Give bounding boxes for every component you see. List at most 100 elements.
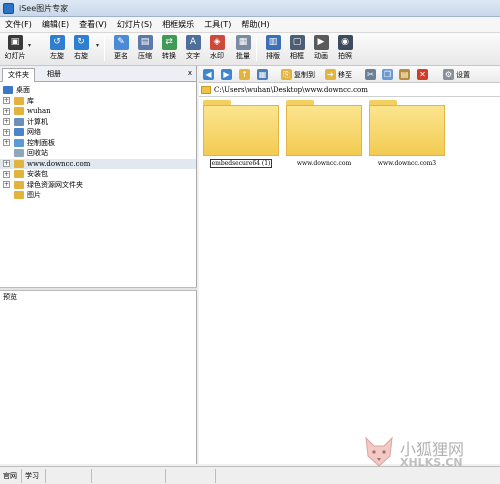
status-learn[interactable]: 学习	[22, 468, 46, 483]
thumbnail-name: www.downcc.com	[296, 160, 352, 167]
folder-icon	[14, 170, 24, 178]
pane-splitter[interactable]	[0, 287, 197, 291]
rotate-left-button[interactable]: ↺ 左旋	[46, 35, 68, 64]
back-arrow-icon: ◀	[203, 69, 214, 80]
menu-item[interactable]: 工具(T)	[199, 18, 236, 32]
rotate-right-button[interactable]: ↻ 右旋	[70, 35, 92, 64]
thumbnail-caption: www.downcc.com	[284, 160, 364, 167]
expand-icon[interactable]: +	[3, 118, 10, 125]
tree-item-label: 桌面	[16, 86, 30, 94]
toolbar-button-label: 排版	[266, 52, 280, 60]
expand-icon[interactable]: +	[3, 107, 10, 115]
menu-item[interactable]: 相框娱乐	[157, 18, 199, 32]
tree-item[interactable]: 回收站	[0, 148, 196, 158]
settings-label: 设置	[456, 70, 470, 79]
folder-thumbnail[interactable]: www.downcc.com	[284, 100, 364, 170]
tree-item[interactable]: + 网络	[0, 127, 196, 137]
tree-item[interactable]: + 绿色资源网文件夹	[0, 180, 196, 190]
status-cell	[92, 468, 166, 483]
rotate-left-icon: ↺	[49, 35, 65, 50]
path-text: C:\Users\wuhan\Desktop\www.downcc.com	[214, 85, 368, 94]
compress-button[interactable]: ▤ 压缩	[134, 35, 156, 64]
folder-body	[203, 105, 279, 156]
forward-button[interactable]: ▶	[221, 68, 234, 81]
watermark-button[interactable]: ◈ 水印	[206, 35, 228, 64]
expand-icon[interactable]: +	[3, 128, 10, 136]
view-mode-button[interactable]: ▦	[257, 68, 270, 81]
frame-icon: ▢	[289, 35, 305, 50]
copy-to-button[interactable]: ⎘ 复制到	[281, 68, 315, 81]
expand-icon[interactable]: +	[3, 181, 10, 188]
frame-button[interactable]: ▢ 相框	[286, 35, 308, 64]
folder-thumbnail[interactable]: embedsecure64 (1)	[201, 100, 281, 170]
tree-item[interactable]: + wuhan	[0, 106, 196, 116]
up-folder-button[interactable]: ↑	[239, 68, 252, 81]
forward-arrow-icon: ▶	[221, 69, 232, 80]
toolbar-button-label: 左旋	[50, 52, 64, 60]
expand-icon[interactable]: +	[3, 97, 10, 104]
layout-button[interactable]: ▥ 排版	[262, 35, 284, 64]
tree-item-label: www.downcc.com	[27, 159, 91, 168]
animation-button[interactable]: ▶ 动画	[310, 35, 332, 64]
paste-button[interactable]: ▤	[399, 68, 412, 81]
folder-icon	[369, 100, 445, 156]
path-bar[interactable]: C:\Users\wuhan\Desktop\www.downcc.com	[199, 83, 500, 97]
convert-button[interactable]: ⇄ 转换	[158, 35, 180, 64]
close-panel-icon[interactable]: x	[188, 69, 192, 77]
menu-item[interactable]: 查看(V)	[74, 18, 112, 32]
toolbar-button-label: 转换	[162, 52, 176, 60]
tree-item[interactable]: + 安装包	[0, 169, 196, 179]
menu-item[interactable]: 幻灯片(S)	[112, 18, 157, 32]
tree-item-label: 回收站	[27, 149, 48, 157]
tree-item-label: 网络	[27, 128, 41, 136]
cut-button[interactable]: ✂	[365, 68, 378, 81]
toolbar-button-label: 拍照	[338, 52, 352, 60]
settings-button[interactable]: ⚙ 设置	[443, 68, 470, 81]
tree-item[interactable]: 图片	[0, 190, 196, 200]
copy-button[interactable]: ❐	[382, 68, 395, 81]
view-mode-icon: ▦	[257, 69, 268, 80]
menu-item[interactable]: 帮助(H)	[236, 18, 274, 32]
rename-icon: ✎	[113, 35, 129, 50]
rotate-dropdown-icon[interactable]: ▾	[96, 42, 99, 49]
expand-icon[interactable]: +	[3, 139, 10, 146]
move-to-button[interactable]: ➔ 移至	[325, 68, 352, 81]
compress-icon: ▤	[137, 35, 153, 50]
folder-body	[286, 105, 362, 156]
tree-item-label: wuhan	[27, 107, 51, 115]
tree-item[interactable]: + 控制面板	[0, 138, 196, 148]
tab-folders[interactable]: 文件夹	[2, 68, 35, 82]
rename-button[interactable]: ✎ 更名	[110, 35, 132, 64]
thumbnail-caption: embedsecure64 (1)	[201, 159, 281, 168]
toolbar-button-label: 右旋	[74, 52, 88, 60]
camera-button[interactable]: ◉ 拍照	[334, 35, 356, 64]
folder-thumbnail[interactable]: www.downcc.com3	[367, 100, 447, 170]
status-cell	[46, 468, 92, 483]
toolbar-separator	[104, 37, 105, 61]
move-to-label: 移至	[338, 70, 352, 79]
toolbar-separator	[256, 37, 257, 61]
batch-button[interactable]: ▦ 批量	[232, 35, 254, 64]
convert-icon: ⇄	[161, 35, 177, 50]
delete-button[interactable]: ✕	[417, 68, 430, 81]
tree-item[interactable]: 桌面	[0, 85, 196, 95]
expand-icon[interactable]: +	[3, 160, 10, 167]
slideshow-button[interactable]: ▣ 幻灯片	[4, 35, 26, 64]
toolbar-button-label: 相框	[290, 52, 304, 60]
menu-item[interactable]: 文件(F)	[0, 18, 37, 32]
tree-item[interactable]: + www.downcc.com	[0, 158, 196, 169]
tree-item[interactable]: + 库	[0, 96, 196, 106]
network-icon	[14, 128, 24, 136]
expand-icon[interactable]: +	[3, 170, 10, 178]
slideshow-icon: ▣	[7, 35, 23, 50]
move-to-icon: ➔	[325, 69, 336, 80]
up-folder-icon: ↑	[239, 69, 250, 80]
status-website[interactable]: 官网	[0, 468, 22, 483]
watermark-icon: ◈	[209, 35, 225, 50]
text-button[interactable]: A 文字	[182, 35, 204, 64]
tab-album[interactable]: 相册	[42, 68, 66, 82]
tree-item[interactable]: + 计算机	[0, 117, 196, 127]
back-button[interactable]: ◀	[203, 68, 216, 81]
menu-item[interactable]: 编辑(E)	[37, 18, 74, 32]
slideshow-dropdown-icon[interactable]: ▾	[28, 42, 31, 49]
